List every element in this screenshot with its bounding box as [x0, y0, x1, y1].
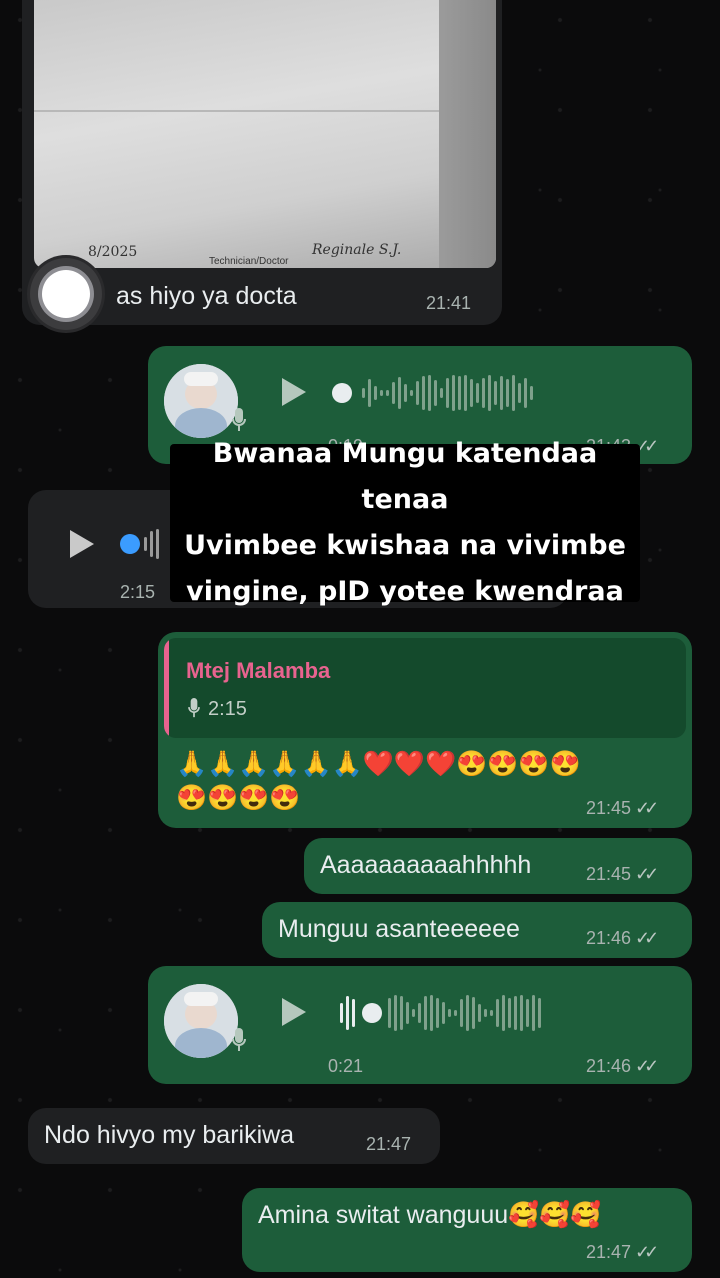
message-text: Munguu asanteeeeee: [278, 915, 520, 943]
caption-line-1: Bwanaa Mungu katendaa tenaa: [212, 438, 598, 515]
caption-line-2: Uvimbee kwishaa na vivimbe: [184, 530, 626, 561]
play-icon[interactable]: [282, 998, 306, 1026]
waveform[interactable]: [362, 373, 533, 413]
playback-dot[interactable]: [120, 534, 140, 554]
message-time: 21:46 ✓✓: [586, 1056, 659, 1077]
message-text: as hiyo ya docta: [116, 282, 297, 310]
microphone-icon: [232, 408, 246, 431]
text-message[interactable]: Amina switat wanguuu🥰🥰🥰 21:47 ✓✓: [242, 1188, 692, 1272]
avatar: [164, 364, 238, 438]
message-text: Aaaaaaaaaahhhhh: [320, 851, 532, 879]
text-message[interactable]: Aaaaaaaaaahhhhh 21:45 ✓✓: [304, 838, 692, 894]
message-time: 21:47: [366, 1134, 412, 1154]
read-receipt-icon: ✓✓: [635, 1056, 659, 1076]
document-date-text: 8/2025: [88, 244, 138, 260]
document-photo[interactable]: 8/2025 Technician/Doctor Reginale S.J.: [34, 0, 496, 268]
playback-dot[interactable]: [362, 1003, 382, 1023]
voice-duration: 0:21: [328, 1056, 364, 1076]
quoted-message[interactable]: Mtej Malamba 2:15: [164, 638, 686, 738]
avatar: [164, 984, 238, 1058]
message-time: 21:41: [426, 293, 472, 313]
document-label-text: Technician/Doctor: [209, 256, 289, 267]
message-text: Amina switat wanguuu🥰🥰🥰: [258, 1201, 602, 1229]
microphone-icon: [232, 1028, 246, 1051]
microphone-icon: [188, 698, 200, 718]
voice-message[interactable]: 0:21 21:46 ✓✓: [148, 966, 692, 1084]
message-time: 2:15: [120, 582, 156, 602]
message-time-value: 21:45: [586, 798, 632, 818]
reply-message[interactable]: Mtej Malamba 2:15 🙏🙏🙏🙏🙏🙏❤️❤️❤️😍😍😍😍 😍😍😍😍 …: [158, 632, 692, 828]
message-time: 21:45 ✓✓: [586, 798, 659, 819]
text-message[interactable]: Munguu asanteeeeee 21:46 ✓✓: [262, 902, 692, 958]
message-time: 21:46 ✓✓: [586, 928, 659, 949]
message-time: 21:45 ✓✓: [586, 864, 659, 885]
caption-overlay: Bwanaa Mungu katendaa tenaa Uvimbee kwis…: [170, 438, 640, 607]
emoji-line-2: 😍😍😍😍: [176, 784, 301, 812]
quoted-author: Mtej Malamba: [186, 658, 331, 683]
message-text: Ndo hivyo my barikiwa: [44, 1121, 295, 1149]
message-time-value: 21:46: [586, 928, 632, 948]
photo-message[interactable]: 8/2025 Technician/Doctor Reginale S.J. a…: [22, 0, 502, 330]
emoji-line-1: 🙏🙏🙏🙏🙏🙏❤️❤️❤️😍😍😍😍: [176, 750, 581, 778]
quoted-duration: 2:15: [208, 698, 247, 720]
caption-line-3: vingine, pID yotee kwendraa: [186, 576, 624, 607]
message-time-value: 21:47: [586, 1242, 632, 1262]
message-time-value: 21:45: [586, 864, 632, 884]
message-time: 21:47 ✓✓: [586, 1242, 659, 1263]
text-message-incoming[interactable]: Ndo hivyo my barikiwa 21:47: [28, 1108, 440, 1164]
read-receipt-icon: ✓✓: [635, 1242, 659, 1262]
read-receipt-icon: ✓✓: [635, 928, 659, 948]
play-icon[interactable]: [70, 530, 94, 558]
waveform-remaining[interactable]: [388, 993, 541, 1033]
play-icon[interactable]: [282, 378, 306, 406]
playback-dot[interactable]: [332, 383, 352, 403]
waveform[interactable]: [144, 524, 159, 564]
read-receipt-icon: ✓✓: [635, 798, 659, 818]
message-time-value: 21:46: [586, 1056, 632, 1076]
waveform[interactable]: [340, 993, 355, 1033]
read-receipt-icon: ✓✓: [635, 864, 659, 884]
document-signature-text: Reginale S.J.: [312, 242, 402, 258]
record-button[interactable]: [30, 258, 102, 330]
record-button-inner: [42, 270, 90, 318]
